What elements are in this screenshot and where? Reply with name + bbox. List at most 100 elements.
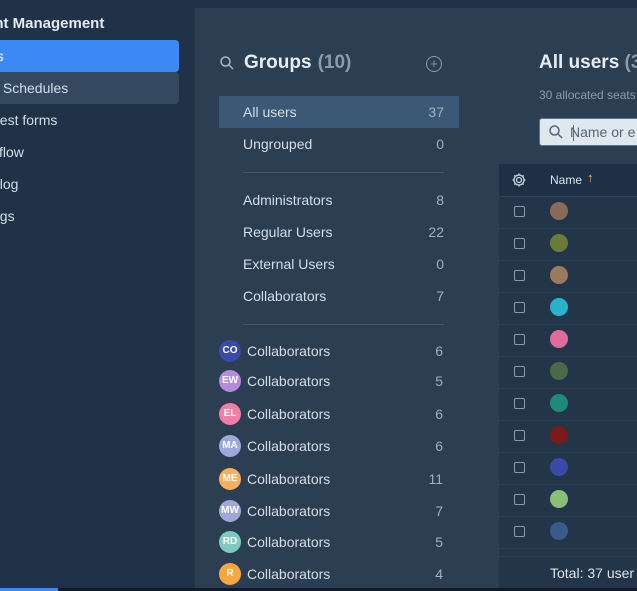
- group-avatar: CO: [219, 340, 241, 362]
- sidebar-item-request-forms[interactable]: uest forms: [0, 104, 179, 136]
- row-checkbox[interactable]: [514, 206, 525, 217]
- avatar: [550, 330, 568, 348]
- users-title-count: (37: [624, 52, 637, 73]
- row-checkbox[interactable]: [514, 334, 525, 345]
- group-item-administrators[interactable]: Administrators 8: [219, 184, 459, 216]
- table-header: Name ↑: [499, 164, 637, 197]
- add-group-icon[interactable]: +: [426, 56, 442, 72]
- row-checkbox[interactable]: [514, 270, 525, 281]
- avatar: [550, 202, 568, 220]
- table-footer-total: Total: 37 user: [499, 556, 637, 588]
- avatar: [550, 426, 568, 444]
- avatar: [550, 522, 568, 540]
- group-item-external-users[interactable]: External Users 0: [219, 248, 459, 280]
- group-item-label[interactable]: Collaborators: [247, 534, 330, 550]
- table-row[interactable]: [499, 196, 637, 229]
- group-item-count: 6: [435, 343, 443, 359]
- divider: [243, 324, 444, 325]
- table-row[interactable]: [499, 292, 637, 325]
- sidebar-item-users[interactable]: rs: [0, 40, 179, 72]
- gear-icon[interactable]: [511, 172, 527, 188]
- group-item-label[interactable]: Collaborators: [247, 438, 330, 454]
- row-checkbox[interactable]: [514, 526, 525, 537]
- sidebar-title: ount Management: [0, 15, 105, 32]
- avatar: [550, 362, 568, 380]
- avatar: [550, 298, 568, 316]
- row-checkbox[interactable]: [514, 302, 525, 313]
- groups-header: Groups (10): [220, 52, 351, 74]
- group-item-label[interactable]: Collaborators: [247, 373, 330, 389]
- divider: [243, 172, 444, 173]
- top-band: [195, 0, 637, 8]
- group-item-ungrouped[interactable]: Ungrouped 0: [219, 128, 459, 160]
- group-item-label[interactable]: Collaborators: [247, 343, 330, 359]
- table-row[interactable]: [499, 420, 637, 453]
- table-row[interactable]: [499, 228, 637, 261]
- group-item-count: 6: [435, 438, 443, 454]
- user-search-input[interactable]: [570, 123, 637, 141]
- row-checkbox[interactable]: [514, 366, 525, 377]
- table-row[interactable]: [499, 388, 637, 421]
- table-row[interactable]: [499, 260, 637, 293]
- group-avatar: RD: [219, 531, 241, 553]
- group-item-label[interactable]: Collaborators: [247, 566, 330, 582]
- avatar: [550, 266, 568, 284]
- group-avatar: R: [219, 563, 241, 585]
- user-search-field[interactable]: [539, 118, 637, 146]
- app-sidebar: ount Management rs k Schedules uest form…: [0, 0, 195, 588]
- group-item-count: 7: [435, 503, 443, 519]
- avatar: [550, 490, 568, 508]
- row-checkbox[interactable]: [514, 494, 525, 505]
- table-row[interactable]: [499, 484, 637, 517]
- group-item-regular-users[interactable]: Regular Users 22: [219, 216, 459, 248]
- group-avatar: ME: [219, 468, 241, 490]
- column-header-name[interactable]: Name: [550, 173, 582, 187]
- users-table: Name ↑ Total: 37 user: [499, 164, 637, 588]
- group-item-all-users[interactable]: All users 37: [219, 96, 459, 128]
- table-row[interactable]: [499, 324, 637, 357]
- group-count: 22: [428, 224, 444, 240]
- arrow-up-icon[interactable]: ↑: [587, 170, 594, 185]
- group-label: All users: [243, 104, 297, 120]
- group-count: 0: [436, 256, 444, 272]
- group-item-count: 6: [435, 406, 443, 422]
- group-avatar: MA: [219, 435, 241, 457]
- group-item-count: 5: [435, 373, 443, 389]
- sidebar-item-settings[interactable]: ngs: [0, 200, 179, 232]
- table-row[interactable]: [499, 516, 637, 549]
- group-label: Collaborators: [243, 288, 327, 304]
- sidebar-item-work-schedules[interactable]: k Schedules: [0, 72, 179, 104]
- group-count: 0: [436, 136, 444, 152]
- group-label: External Users: [243, 256, 335, 272]
- group-item-label[interactable]: Collaborators: [247, 471, 330, 487]
- group-label: Administrators: [243, 192, 333, 208]
- avatar: [550, 458, 568, 476]
- row-checkbox[interactable]: [514, 462, 525, 473]
- text-caret: [573, 125, 574, 141]
- table-row[interactable]: [499, 356, 637, 389]
- group-count: 8: [436, 192, 444, 208]
- allocated-seats: 30 allocated seats: [539, 88, 636, 102]
- group-item-label[interactable]: Collaborators: [247, 503, 330, 519]
- group-label: Regular Users: [243, 224, 333, 240]
- group-item-count: 4: [435, 566, 443, 582]
- row-checkbox[interactable]: [514, 398, 525, 409]
- search-icon[interactable]: [220, 56, 234, 70]
- group-avatar: MW: [219, 500, 241, 522]
- group-item-label[interactable]: Collaborators: [247, 406, 330, 422]
- group-avatar: EL: [219, 403, 241, 425]
- group-count: 37: [428, 104, 444, 120]
- main-panel: Groups (10) + All users 37 Ungrouped 0 A…: [195, 8, 637, 588]
- groups-count: (10): [317, 52, 352, 73]
- group-count: 7: [436, 288, 444, 304]
- users-title: All users (37: [539, 52, 637, 74]
- row-checkbox[interactable]: [514, 430, 525, 441]
- search-icon: [549, 125, 563, 139]
- table-row[interactable]: [499, 452, 637, 485]
- avatar: [550, 394, 568, 412]
- row-checkbox[interactable]: [514, 238, 525, 249]
- group-item-collaborators[interactable]: Collaborators 7: [219, 280, 459, 312]
- sidebar-item-changelog[interactable]: elog: [0, 168, 179, 200]
- sidebar-item-workflow[interactable]: kflow: [0, 136, 179, 168]
- groups-title: Groups: [244, 52, 312, 73]
